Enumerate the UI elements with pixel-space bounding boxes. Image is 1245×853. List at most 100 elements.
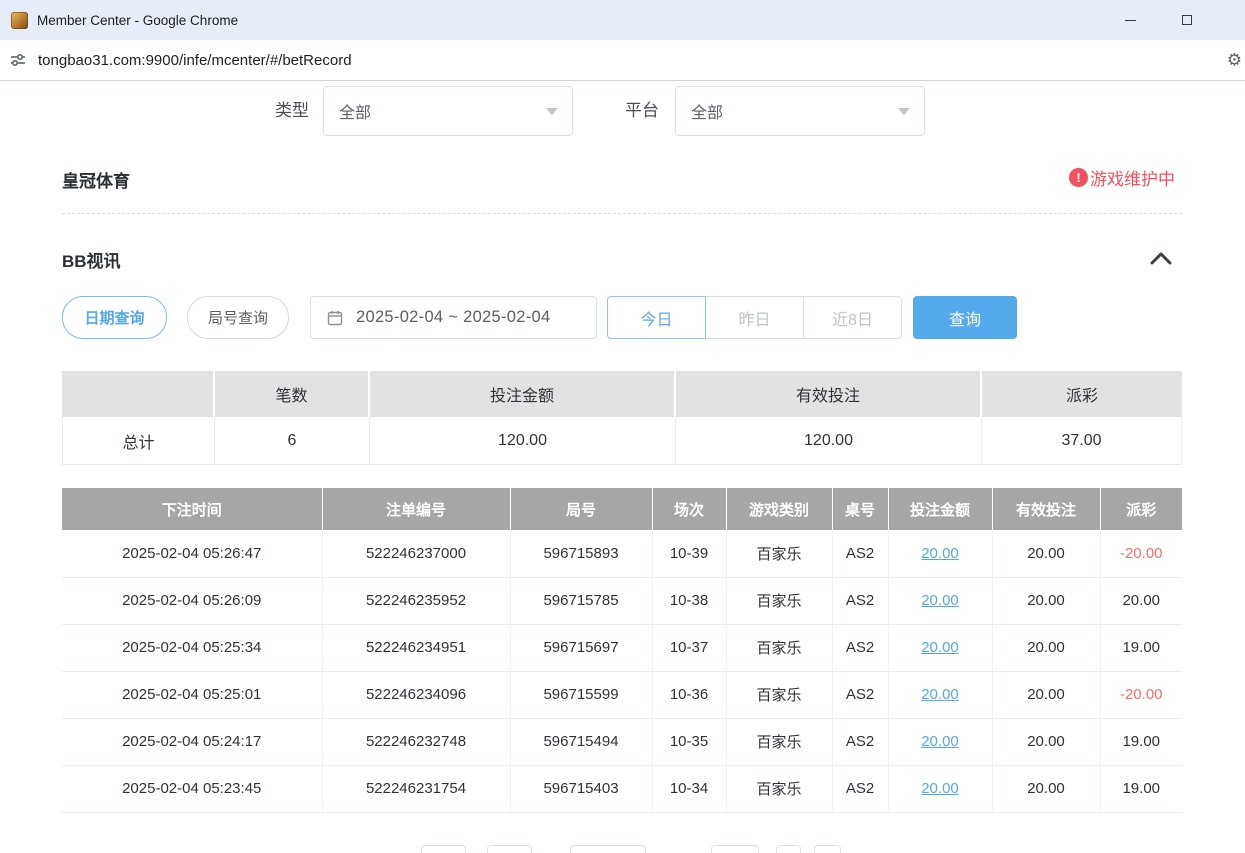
bet-id: 522246234951: [322, 624, 510, 671]
header-payout: 派彩: [1100, 488, 1182, 530]
url-text[interactable]: tongbao31.com:9900/infe/mcenter/#/betRec…: [38, 52, 352, 69]
valid-bet: 20.00: [992, 624, 1100, 671]
settings-icon[interactable]: ⚙: [1227, 52, 1242, 69]
summary-total-row: 总计 6 120.00 120.00 37.00: [62, 417, 1182, 465]
bet-table-header-row: 下注时间 注单编号 局号 场次 游戏类别 桌号 投注金额 有效投注 派彩: [62, 488, 1182, 530]
summary-header-bet-amount: 投注金额: [370, 371, 676, 417]
session: 10-35: [652, 718, 726, 765]
collapse-button[interactable]: [1148, 249, 1174, 267]
site-info-icon[interactable]: [9, 51, 27, 69]
summary-table: 笔数 投注金额 有效投注 派彩 总计 6 120.00 120.00 37.00: [62, 371, 1182, 465]
table-row: 2025-02-04 05:24:17 522246232748 5967154…: [62, 718, 1182, 765]
bet-amount-link[interactable]: 20.00: [921, 545, 959, 562]
bet-amount-link[interactable]: 20.00: [921, 686, 959, 703]
game-type: 百家乐: [726, 765, 832, 812]
bet-amount-link[interactable]: 20.00: [921, 592, 959, 609]
yesterday-button[interactable]: 昨日: [705, 296, 804, 339]
type-select-value: 全部: [339, 99, 371, 123]
search-button[interactable]: 查询: [913, 296, 1017, 339]
platform-select-value: 全部: [691, 99, 723, 123]
pagination-item[interactable]: [814, 845, 841, 853]
payout-value: 20.00: [1122, 592, 1160, 609]
game-type: 百家乐: [726, 718, 832, 765]
round-no: 596715785: [510, 577, 652, 624]
date-query-tab[interactable]: 日期查询: [62, 296, 167, 339]
summary-total-label: 总计: [62, 417, 215, 465]
exclamation-icon: !: [1069, 168, 1088, 187]
pagination-item[interactable]: [570, 845, 646, 853]
round-query-label: 局号查询: [208, 307, 268, 328]
maintenance-text: 游戏维护中: [1090, 165, 1175, 190]
summary-valid-bet-value: 120.00: [676, 417, 982, 465]
game-type: 百家乐: [726, 624, 832, 671]
table-no: AS2: [832, 765, 888, 812]
quick-date-group: 今日 昨日 近8日: [607, 296, 902, 339]
pagination-item[interactable]: [711, 845, 759, 853]
date-range-picker[interactable]: 2025-02-04 ~ 2025-02-04: [310, 296, 597, 339]
table-no: AS2: [832, 671, 888, 718]
table-row: 2025-02-04 05:25:01 522246234096 5967155…: [62, 671, 1182, 718]
platform-select[interactable]: 全部: [675, 86, 925, 136]
valid-bet: 20.00: [992, 577, 1100, 624]
table-no: AS2: [832, 530, 888, 577]
session: 10-36: [652, 671, 726, 718]
caret-down-icon: [546, 108, 558, 115]
header-session: 场次: [652, 488, 726, 530]
valid-bet: 20.00: [992, 765, 1100, 812]
header-valid-bet: 有效投注: [992, 488, 1100, 530]
pagination-item[interactable]: [487, 845, 532, 853]
bet-id: 522246231754: [322, 765, 510, 812]
summary-header-count: 笔数: [215, 371, 370, 417]
bet-id: 522246232748: [322, 718, 510, 765]
summary-count-value: 6: [215, 417, 370, 465]
crown-sports-title: 皇冠体育: [62, 167, 130, 192]
header-round-no: 局号: [510, 488, 652, 530]
today-label: 今日: [640, 306, 672, 330]
round-query-tab[interactable]: 局号查询: [187, 296, 289, 339]
browser-window: Member Center - Google Chrome tongbao31.…: [0, 0, 1245, 853]
round-no: 596715599: [510, 671, 652, 718]
url-bar[interactable]: tongbao31.com:9900/infe/mcenter/#/betRec…: [0, 40, 1245, 81]
session: 10-39: [652, 530, 726, 577]
caret-down-icon: [898, 108, 910, 115]
bet-time: 2025-02-04 05:25:01: [62, 671, 322, 718]
payout-value: -20.00: [1120, 686, 1163, 703]
minimize-icon: [1125, 20, 1136, 21]
calendar-icon: [327, 310, 343, 326]
window-titlebar: Member Center - Google Chrome: [0, 0, 1245, 40]
maximize-button[interactable]: [1164, 0, 1210, 40]
session: 10-37: [652, 624, 726, 671]
session: 10-34: [652, 765, 726, 812]
header-table-no: 桌号: [832, 488, 888, 530]
chevron-up-icon: [1150, 252, 1172, 265]
bet-amount-link[interactable]: 20.00: [921, 733, 959, 750]
bet-record-table: 下注时间 注单编号 局号 场次 游戏类别 桌号 投注金额 有效投注 派彩 202…: [62, 488, 1182, 813]
pagination-item[interactable]: [776, 845, 801, 853]
type-label: 类型: [275, 86, 309, 136]
game-type: 百家乐: [726, 671, 832, 718]
game-type: 百家乐: [726, 530, 832, 577]
yesterday-label: 昨日: [738, 306, 770, 330]
bet-time: 2025-02-04 05:26:47: [62, 530, 322, 577]
pagination-item[interactable]: [421, 845, 466, 853]
window-title: Member Center - Google Chrome: [37, 13, 238, 28]
bet-time: 2025-02-04 05:23:45: [62, 765, 322, 812]
bet-amount-link[interactable]: 20.00: [921, 780, 959, 797]
recent8-button[interactable]: 近8日: [803, 296, 902, 339]
game-type: 百家乐: [726, 577, 832, 624]
minimize-button[interactable]: [1107, 0, 1153, 40]
type-select[interactable]: 全部: [323, 86, 573, 136]
maintenance-status: ! 游戏维护中: [1069, 165, 1175, 190]
bet-id: 522246235952: [322, 577, 510, 624]
round-no: 596715403: [510, 765, 652, 812]
summary-payout-value: 37.00: [982, 417, 1182, 465]
table-no: AS2: [832, 577, 888, 624]
bet-id: 522246234096: [322, 671, 510, 718]
header-bet-amount: 投注金额: [888, 488, 992, 530]
header-bet-time: 下注时间: [62, 488, 322, 530]
summary-bet-amount-value: 120.00: [370, 417, 676, 465]
bet-amount-link[interactable]: 20.00: [921, 639, 959, 656]
round-no: 596715494: [510, 718, 652, 765]
today-button[interactable]: 今日: [607, 296, 706, 339]
page-content: 类型 全部 平台 全部 皇冠体育 ! 游戏维护中 BB视讯 日期查询 局号: [0, 81, 1245, 853]
